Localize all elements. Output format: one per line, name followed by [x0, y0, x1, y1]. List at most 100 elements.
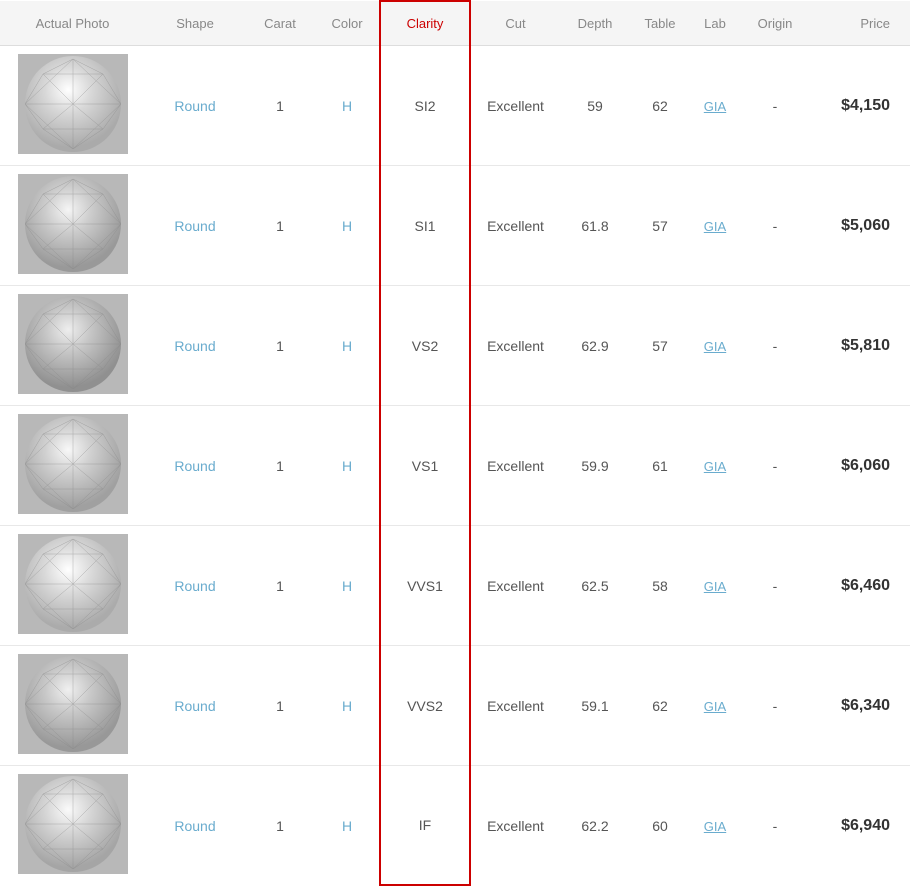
cell-depth: 59.9 [560, 406, 630, 526]
cell-clarity: SI2 [380, 46, 470, 166]
cell-cut: Excellent [470, 646, 560, 766]
cell-photo [0, 646, 145, 766]
cell-clarity: VS2 [380, 286, 470, 406]
cell-shape: Round [145, 286, 245, 406]
diamond-image [18, 654, 128, 754]
cell-carat: 1 [245, 646, 315, 766]
lab-link[interactable]: GIA [704, 339, 726, 354]
diamond-image [18, 54, 128, 154]
cell-price: $5,810 [810, 286, 910, 406]
cell-carat: 1 [245, 286, 315, 406]
cell-price: $4,150 [810, 46, 910, 166]
diamond-table: Actual Photo Shape Carat Color Clarity C… [0, 0, 910, 886]
table-row: Round 1 H VS1 Excellent 59.9 61 GIA - $6… [0, 406, 910, 526]
cell-table: 58 [630, 526, 690, 646]
cell-lab[interactable]: GIA [690, 646, 740, 766]
cell-photo [0, 766, 145, 886]
cell-cut: Excellent [470, 166, 560, 286]
cell-carat: 1 [245, 406, 315, 526]
header-table: Table [630, 1, 690, 46]
table-row: Round 1 H IF Excellent 62.2 60 GIA - $6,… [0, 766, 910, 886]
lab-link[interactable]: GIA [704, 819, 726, 834]
cell-origin: - [740, 406, 810, 526]
cell-origin: - [740, 526, 810, 646]
diamond-image [18, 534, 128, 634]
cell-cut: Excellent [470, 286, 560, 406]
lab-link[interactable]: GIA [704, 699, 726, 714]
header-carat: Carat [245, 1, 315, 46]
header-cut: Cut [470, 1, 560, 46]
cell-shape: Round [145, 166, 245, 286]
cell-shape: Round [145, 406, 245, 526]
header-color: Color [315, 1, 380, 46]
cell-clarity: VVS2 [380, 646, 470, 766]
cell-lab[interactable]: GIA [690, 406, 740, 526]
cell-clarity: IF [380, 766, 470, 886]
cell-lab[interactable]: GIA [690, 766, 740, 886]
cell-clarity: VVS1 [380, 526, 470, 646]
cell-table: 57 [630, 166, 690, 286]
cell-color: H [315, 646, 380, 766]
cell-photo [0, 406, 145, 526]
lab-link[interactable]: GIA [704, 579, 726, 594]
cell-photo [0, 526, 145, 646]
cell-clarity: SI1 [380, 166, 470, 286]
cell-color: H [315, 46, 380, 166]
cell-clarity: VS1 [380, 406, 470, 526]
header-origin: Origin [740, 1, 810, 46]
cell-depth: 62.2 [560, 766, 630, 886]
cell-depth: 59.1 [560, 646, 630, 766]
cell-shape: Round [145, 646, 245, 766]
cell-carat: 1 [245, 766, 315, 886]
cell-table: 62 [630, 46, 690, 166]
header-photo: Actual Photo [0, 1, 145, 46]
cell-cut: Excellent [470, 46, 560, 166]
diamond-image [18, 174, 128, 274]
diamond-image [18, 774, 128, 874]
header-clarity: Clarity [380, 1, 470, 46]
cell-photo [0, 46, 145, 166]
cell-carat: 1 [245, 526, 315, 646]
cell-lab[interactable]: GIA [690, 526, 740, 646]
cell-photo [0, 166, 145, 286]
cell-depth: 59 [560, 46, 630, 166]
lab-link[interactable]: GIA [704, 459, 726, 474]
cell-shape: Round [145, 46, 245, 166]
diamond-image [18, 414, 128, 514]
cell-origin: - [740, 286, 810, 406]
lab-link[interactable]: GIA [704, 99, 726, 114]
cell-price: $5,060 [810, 166, 910, 286]
cell-table: 60 [630, 766, 690, 886]
cell-origin: - [740, 766, 810, 886]
cell-depth: 62.9 [560, 286, 630, 406]
cell-lab[interactable]: GIA [690, 286, 740, 406]
cell-cut: Excellent [470, 766, 560, 886]
cell-depth: 62.5 [560, 526, 630, 646]
cell-depth: 61.8 [560, 166, 630, 286]
cell-shape: Round [145, 766, 245, 886]
table-wrapper: Actual Photo Shape Carat Color Clarity C… [0, 0, 910, 886]
cell-color: H [315, 166, 380, 286]
diamond-table-container: Actual Photo Shape Carat Color Clarity C… [0, 0, 910, 886]
cell-lab[interactable]: GIA [690, 46, 740, 166]
cell-price: $6,460 [810, 526, 910, 646]
cell-price: $6,340 [810, 646, 910, 766]
cell-carat: 1 [245, 46, 315, 166]
header-depth: Depth [560, 1, 630, 46]
cell-lab[interactable]: GIA [690, 166, 740, 286]
diamond-image [18, 294, 128, 394]
cell-color: H [315, 526, 380, 646]
cell-color: H [315, 766, 380, 886]
table-row: Round 1 H VS2 Excellent 62.9 57 GIA - $5… [0, 286, 910, 406]
cell-cut: Excellent [470, 406, 560, 526]
cell-price: $6,060 [810, 406, 910, 526]
lab-link[interactable]: GIA [704, 219, 726, 234]
header-price: Price [810, 1, 910, 46]
table-header-row: Actual Photo Shape Carat Color Clarity C… [0, 1, 910, 46]
cell-carat: 1 [245, 166, 315, 286]
cell-origin: - [740, 646, 810, 766]
table-row: Round 1 H VVS2 Excellent 59.1 62 GIA - $… [0, 646, 910, 766]
cell-table: 62 [630, 646, 690, 766]
cell-table: 57 [630, 286, 690, 406]
cell-table: 61 [630, 406, 690, 526]
